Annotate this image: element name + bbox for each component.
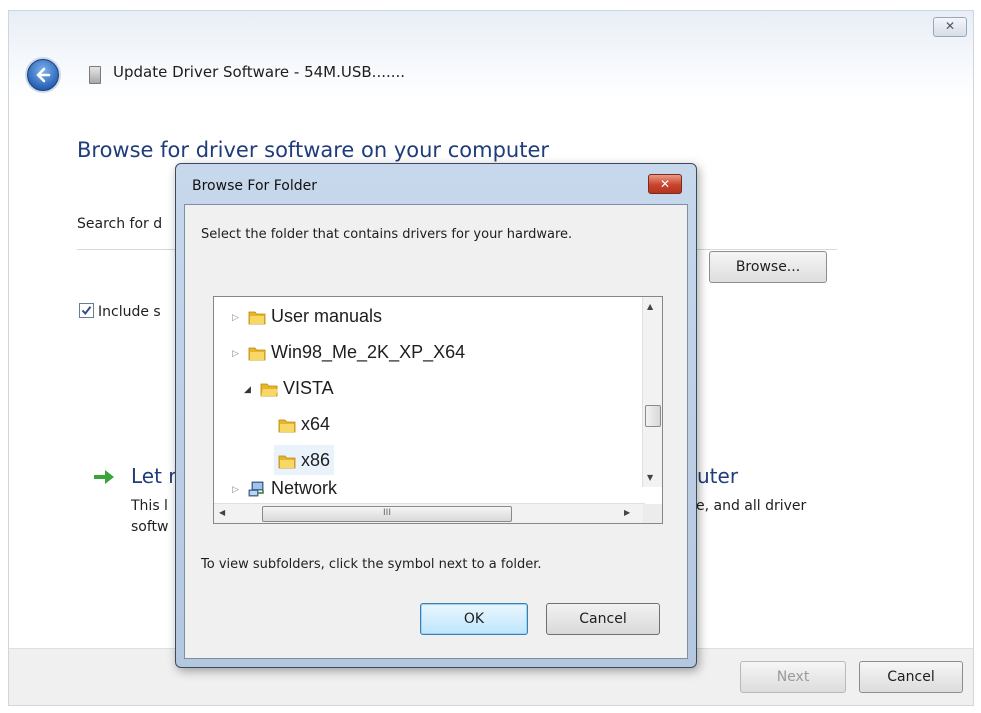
tree-item-x86[interactable]: x86 — [274, 445, 335, 475]
tree-item-label: VISTA — [283, 378, 334, 398]
let-me-pick-description-line2-left: softw — [131, 519, 169, 535]
expand-arrow-icon[interactable]: ▷ — [232, 302, 242, 332]
back-button[interactable] — [27, 59, 59, 91]
tree-item-win98-me-2k-xp-x64[interactable]: ▷ Win98_Me_2K_XP_X64 — [232, 337, 465, 367]
scroll-right-arrow-icon[interactable]: ▶ — [624, 508, 630, 517]
network-icon — [248, 481, 264, 497]
folder-icon — [278, 419, 296, 433]
tree-item-label: x64 — [301, 414, 331, 434]
next-button[interactable]: Next — [740, 661, 846, 693]
wizard-title-bar: ✕ Update Driver Software - 54M.USB......… — [9, 11, 973, 99]
scroll-left-arrow-icon[interactable]: ◀ — [219, 508, 225, 517]
scroll-down-arrow-icon[interactable]: ▼ — [647, 473, 653, 482]
page-heading: Browse for driver software on your compu… — [77, 138, 550, 162]
dialog-hint: To view subfolders, click the symbol nex… — [201, 557, 542, 572]
tree-item-label: Win98_Me_2K_XP_X64 — [271, 342, 466, 362]
wizard-cancel-button[interactable]: Cancel — [859, 661, 963, 693]
tree-item-network[interactable]: ▷ Network — [232, 477, 337, 499]
let-me-pick-description-line1-left: This l — [131, 498, 168, 514]
wizard-close-button[interactable]: ✕ — [933, 17, 967, 37]
green-arrow-icon — [94, 470, 114, 484]
dialog-prompt: Select the folder that contains drivers … — [201, 227, 573, 242]
tree-item-label: x86 — [301, 450, 331, 470]
scroll-up-arrow-icon[interactable]: ▲ — [647, 302, 653, 311]
browse-button[interactable]: Browse... — [709, 251, 827, 283]
tree-item-user-manuals[interactable]: ▷ User manuals — [232, 301, 382, 331]
let-me-pick-description-line1-right: e, and all driver — [696, 498, 807, 514]
horizontal-scroll-thumb[interactable]: III — [262, 506, 512, 522]
dialog-close-button[interactable]: ✕ — [648, 174, 682, 194]
collapse-arrow-icon[interactable]: ◢ — [244, 374, 254, 404]
folder-open-icon — [260, 383, 278, 397]
let-me-pick-link-left[interactable]: Let r — [131, 464, 177, 488]
include-subfolders-checkbox[interactable] — [79, 303, 94, 318]
include-subfolders-row[interactable]: Include s — [79, 303, 161, 320]
include-subfolders-label: Include s — [98, 304, 161, 320]
wizard-title: Update Driver Software - 54M.USB....... — [113, 63, 406, 81]
folder-tree[interactable]: ▷ User manuals ▷ Win98_Me_2K_XP_X64 ◢ VISTA… — [213, 296, 663, 524]
folder-icon — [248, 347, 266, 361]
vertical-scroll-thumb[interactable] — [645, 405, 661, 427]
scrollbar-corner — [643, 504, 662, 523]
checkmark-icon — [81, 306, 92, 316]
folder-icon — [248, 311, 266, 325]
tree-item-label: Network — [271, 478, 338, 498]
let-me-pick-link-right[interactable]: uter — [697, 464, 738, 488]
back-arrow-icon — [36, 67, 51, 83]
dialog-cancel-button[interactable]: Cancel — [546, 603, 660, 635]
tree-item-label: User manuals — [271, 306, 383, 326]
browse-for-folder-dialog: Browse For Folder ✕ Select the folder th… — [175, 163, 697, 668]
tree-horizontal-scrollbar[interactable]: ◀ III ▶ — [214, 503, 645, 523]
dialog-body: Select the folder that contains drivers … — [184, 204, 688, 659]
usb-device-icon — [89, 66, 101, 84]
search-location-label: Search for d — [77, 216, 163, 232]
folder-icon — [278, 455, 296, 469]
ok-button[interactable]: OK — [420, 603, 528, 635]
tree-vertical-scrollbar[interactable]: ▲ ▼ — [642, 297, 662, 487]
expand-arrow-icon[interactable]: ▷ — [232, 478, 242, 500]
expand-arrow-icon[interactable]: ▷ — [232, 338, 242, 368]
tree-item-vista[interactable]: ◢ VISTA — [244, 373, 334, 403]
tree-item-x64[interactable]: x64 — [278, 409, 330, 439]
dialog-title: Browse For Folder — [192, 178, 318, 194]
